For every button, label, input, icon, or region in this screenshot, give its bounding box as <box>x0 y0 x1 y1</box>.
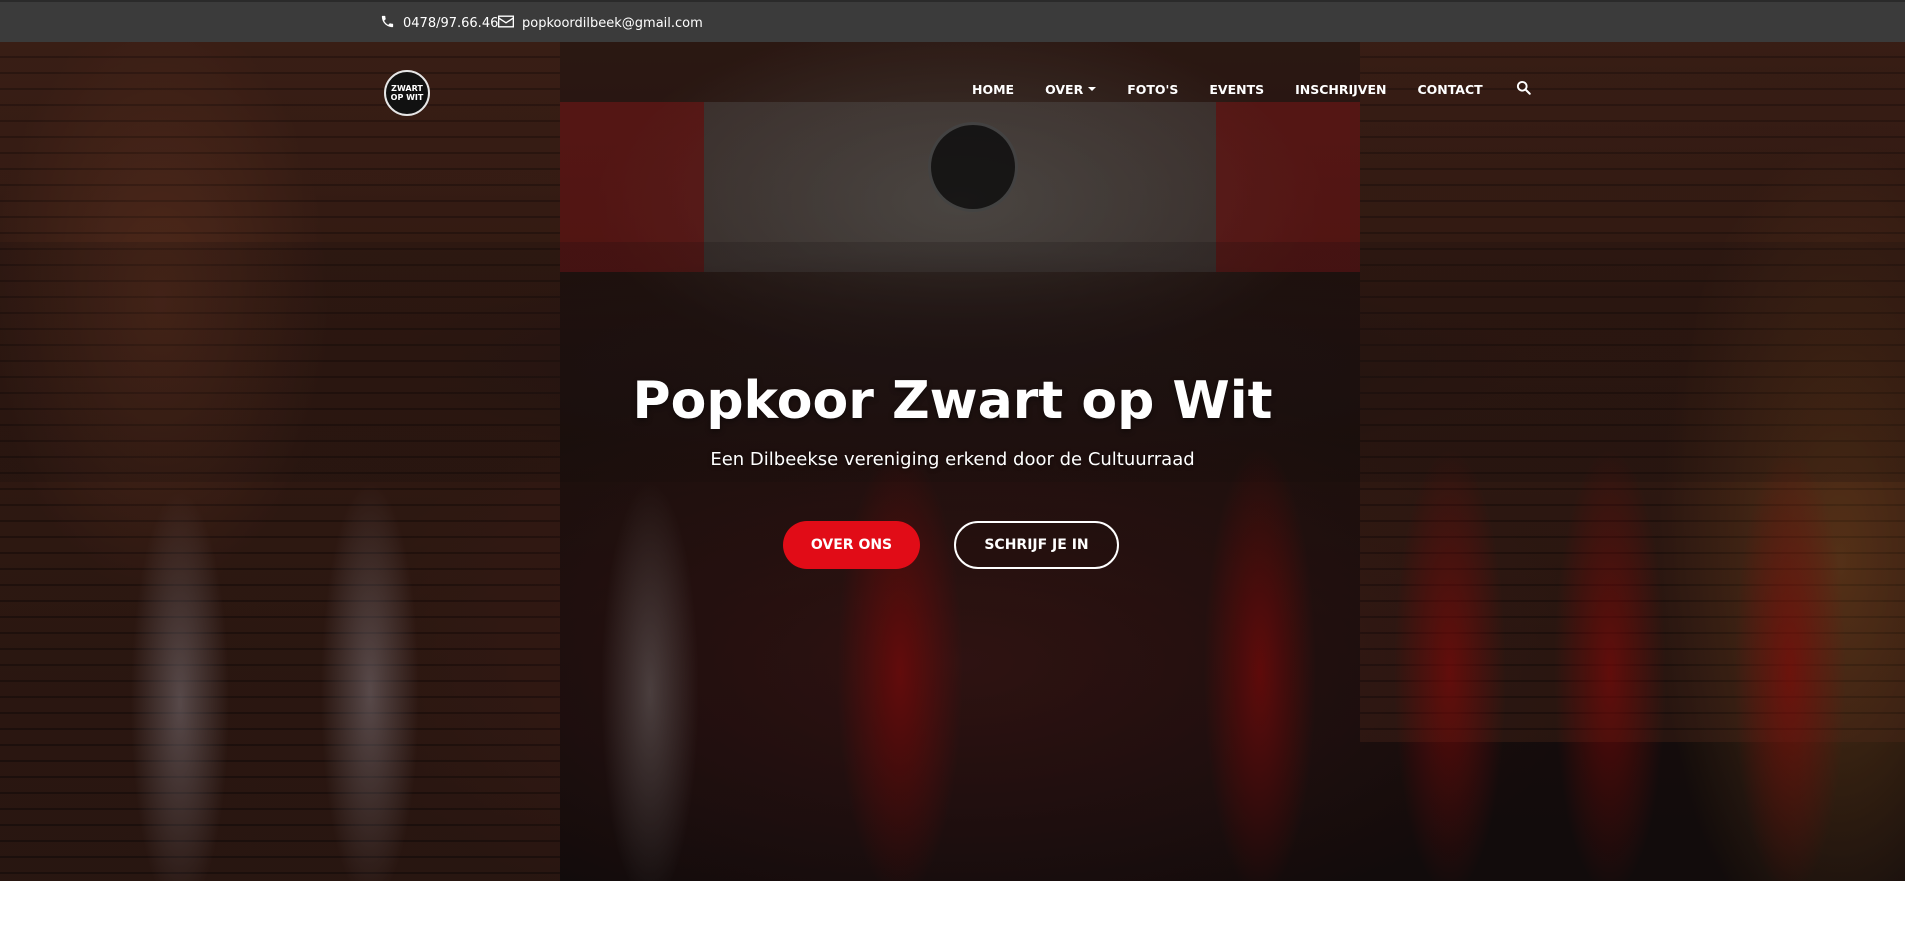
email-contact[interactable]: popkoordilbeek@gmail.com <box>498 2 703 44</box>
site-logo[interactable]: ZWART OP WIT <box>384 70 430 116</box>
nav-item-label: FOTO'S <box>1127 81 1179 97</box>
email-address: popkoordilbeek@gmail.com <box>522 15 703 31</box>
search-icon <box>1516 80 1531 98</box>
nav-item-inschrijven[interactable]: INSCHRIJVEN <box>1295 82 1386 97</box>
top-contact-bar: 0478/97.66.46 popkoordilbeek@gmail.com <box>0 0 1905 42</box>
phone-icon <box>380 14 403 33</box>
nav-item-over[interactable]: OVER <box>1045 81 1097 97</box>
main-navigation: HOME OVER FOTO'S EVENTS INSCHRIJVEN CONT… <box>972 80 1562 98</box>
nav-item-contact[interactable]: CONTACT <box>1417 82 1482 97</box>
nav-item-label: EVENTS <box>1209 81 1265 97</box>
nav-item-label: OVER <box>1045 81 1084 97</box>
nav-item-home[interactable]: HOME <box>972 82 1014 97</box>
nav-item-label: INSCHRIJVEN <box>1295 81 1387 97</box>
over-ons-button[interactable]: OVER ONS <box>783 521 920 569</box>
nav-item-events[interactable]: EVENTS <box>1209 82 1264 97</box>
envelope-icon <box>498 15 522 32</box>
caret-down-icon <box>1088 87 1097 91</box>
nav-item-fotos[interactable]: FOTO'S <box>1127 82 1178 97</box>
hero-title: Popkoor Zwart op Wit <box>632 371 1273 431</box>
phone-contact[interactable]: 0478/97.66.46 <box>380 2 498 44</box>
phone-number: 0478/97.66.46 <box>403 15 499 31</box>
logo-text-line1: ZWART <box>391 84 423 93</box>
logo-text-line2: OP WIT <box>390 93 424 102</box>
nav-item-label: CONTACT <box>1417 81 1483 97</box>
schrijf-je-in-button[interactable]: SCHRIJF JE IN <box>954 521 1119 569</box>
page-content-start <box>0 881 1905 936</box>
nav-item-label: HOME <box>972 81 1015 97</box>
search-button[interactable] <box>1516 80 1531 98</box>
hero-subtitle: Een Dilbeekse vereniging erkend door de … <box>710 449 1195 470</box>
